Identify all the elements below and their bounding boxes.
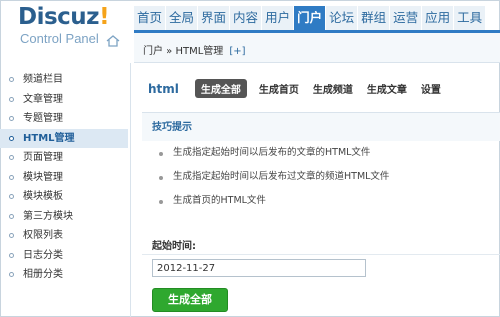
tab-operation[interactable]: 运营 xyxy=(390,6,422,30)
bullet-icon xyxy=(9,174,14,180)
tip-item: 生成指定起始时间以后发布过文章的频道HTML文件 xyxy=(142,165,500,189)
add-shortcut-button[interactable]: [+] xyxy=(229,46,245,57)
sidebar-item-label: 模块管理 xyxy=(23,171,63,183)
generate-form: 起始时间: 生成全部 xyxy=(142,226,500,317)
subtab-generate-articles[interactable]: 生成文章 xyxy=(367,81,407,96)
start-time-label: 起始时间: xyxy=(152,241,196,252)
bullet-icon xyxy=(9,96,14,102)
sidebar-item-label: 相册分类 xyxy=(23,269,63,280)
sidebar-item-album-categories[interactable]: 相册分类 xyxy=(0,265,128,285)
sidebar-item-label: 权限列表 xyxy=(23,230,63,241)
sidebar-item-label: HTML管理 xyxy=(23,132,75,144)
tab-forum[interactable]: 论坛 xyxy=(326,6,358,30)
module-label: html xyxy=(148,81,179,96)
tips-panel: 技巧提示 生成指定起始时间以后发布的文章的HTML文件 生成指定起始时间以后发布… xyxy=(142,112,500,226)
bullet-icon xyxy=(9,272,14,277)
tip-text: 生成指定起始时间以后发布的文章的HTML文件 xyxy=(173,147,371,158)
breadcrumb: 门户 » HTML管理 [+] xyxy=(143,42,246,57)
bullet-icon xyxy=(9,252,14,258)
logo[interactable]: Discuz! Control Panel xyxy=(8,4,128,50)
bullet-icon xyxy=(9,233,14,238)
subtab-generate-channels[interactable]: 生成频道 xyxy=(313,81,353,96)
tips-title: 技巧提示 xyxy=(142,113,500,141)
main-content: html 生成全部 生成首页 生成频道 生成文章 设置 技巧提示 生成指定起始时… xyxy=(142,63,500,317)
logo-brand: Discuz! xyxy=(18,4,110,30)
tab-apps[interactable]: 应用 xyxy=(422,6,454,30)
bullet-icon xyxy=(9,135,14,141)
breadcrumb-bar: 门户 » HTML管理 [+] xyxy=(134,33,500,63)
sidebar-item-blog-categories[interactable]: 日志分类 xyxy=(0,246,128,266)
tab-content[interactable]: 内容 xyxy=(230,6,262,30)
sidebar-item-label: 频道栏目 xyxy=(23,74,63,85)
tip-item: 生成指定起始时间以后发布的文章的HTML文件 xyxy=(142,141,500,165)
home-icon[interactable] xyxy=(106,35,120,47)
tip-text: 生成首页的HTML文件 xyxy=(173,195,266,206)
tab-users[interactable]: 用户 xyxy=(262,6,294,30)
tab-group[interactable]: 群组 xyxy=(358,6,390,30)
sub-tabs: html 生成全部 生成首页 生成频道 生成文章 设置 xyxy=(148,79,455,98)
start-time-input[interactable] xyxy=(152,259,366,277)
tab-tools[interactable]: 工具 xyxy=(454,6,486,30)
breadcrumb-text: 门户 » HTML管理 xyxy=(143,46,224,57)
bullet-icon xyxy=(159,176,163,180)
sidebar-item-label: 文章管理 xyxy=(23,93,63,105)
sidebar-item-blocks[interactable]: 模块管理 xyxy=(0,168,128,188)
sidebar-divider xyxy=(130,63,131,317)
sidebar-item-third-party-blocks[interactable]: 第三方模块 xyxy=(0,207,128,227)
subtab-settings[interactable]: 设置 xyxy=(421,81,441,96)
generate-all-button[interactable]: 生成全部 xyxy=(152,288,228,312)
sidebar-item-topics[interactable]: 专题管理 xyxy=(0,109,128,129)
top-nav: 首页 全局 界面 内容 用户 门户 论坛 群组 运营 应用 工具 xyxy=(134,6,486,33)
sidebar-item-label: 模块模板 xyxy=(23,191,63,202)
sidebar-item-label: 页面管理 xyxy=(23,152,63,163)
tab-global[interactable]: 全局 xyxy=(166,6,198,30)
sidebar-item-label: 日志分类 xyxy=(23,249,63,261)
sidebar-item-label: 第三方模块 xyxy=(23,210,73,222)
sidebar-item-channels[interactable]: 频道栏目 xyxy=(0,70,128,90)
tip-text: 生成指定起始时间以后发布过文章的频道HTML文件 xyxy=(173,171,390,182)
bullet-icon xyxy=(159,152,163,156)
sidebar: 频道栏目 文章管理 专题管理 HTML管理 页面管理 模块管理 模块模板 第三方… xyxy=(0,70,128,285)
sidebar-item-articles[interactable]: 文章管理 xyxy=(0,90,128,110)
tab-home[interactable]: 首页 xyxy=(134,6,166,30)
tab-interface[interactable]: 界面 xyxy=(198,6,230,30)
bullet-icon xyxy=(9,213,14,219)
bullet-icon xyxy=(9,116,14,121)
logo-bang: ! xyxy=(99,4,110,30)
sidebar-item-pages[interactable]: 页面管理 xyxy=(0,148,128,168)
sidebar-item-block-templates[interactable]: 模块模板 xyxy=(0,187,128,207)
subtab-generate-index[interactable]: 生成首页 xyxy=(259,81,299,96)
sidebar-item-label: 专题管理 xyxy=(23,113,63,124)
subtab-generate-all[interactable]: 生成全部 xyxy=(194,79,247,98)
logo-subtitle: Control Panel xyxy=(20,31,99,46)
bullet-icon xyxy=(9,77,14,82)
bullet-icon xyxy=(159,200,163,204)
tab-portal[interactable]: 门户 xyxy=(294,6,326,33)
sidebar-item-permissions[interactable]: 权限列表 xyxy=(0,226,128,246)
bullet-icon xyxy=(9,155,14,160)
form-divider xyxy=(142,254,500,255)
sidebar-item-html[interactable]: HTML管理 xyxy=(0,128,128,148)
tip-item: 生成首页的HTML文件 xyxy=(142,189,500,213)
bullet-icon xyxy=(9,194,14,199)
